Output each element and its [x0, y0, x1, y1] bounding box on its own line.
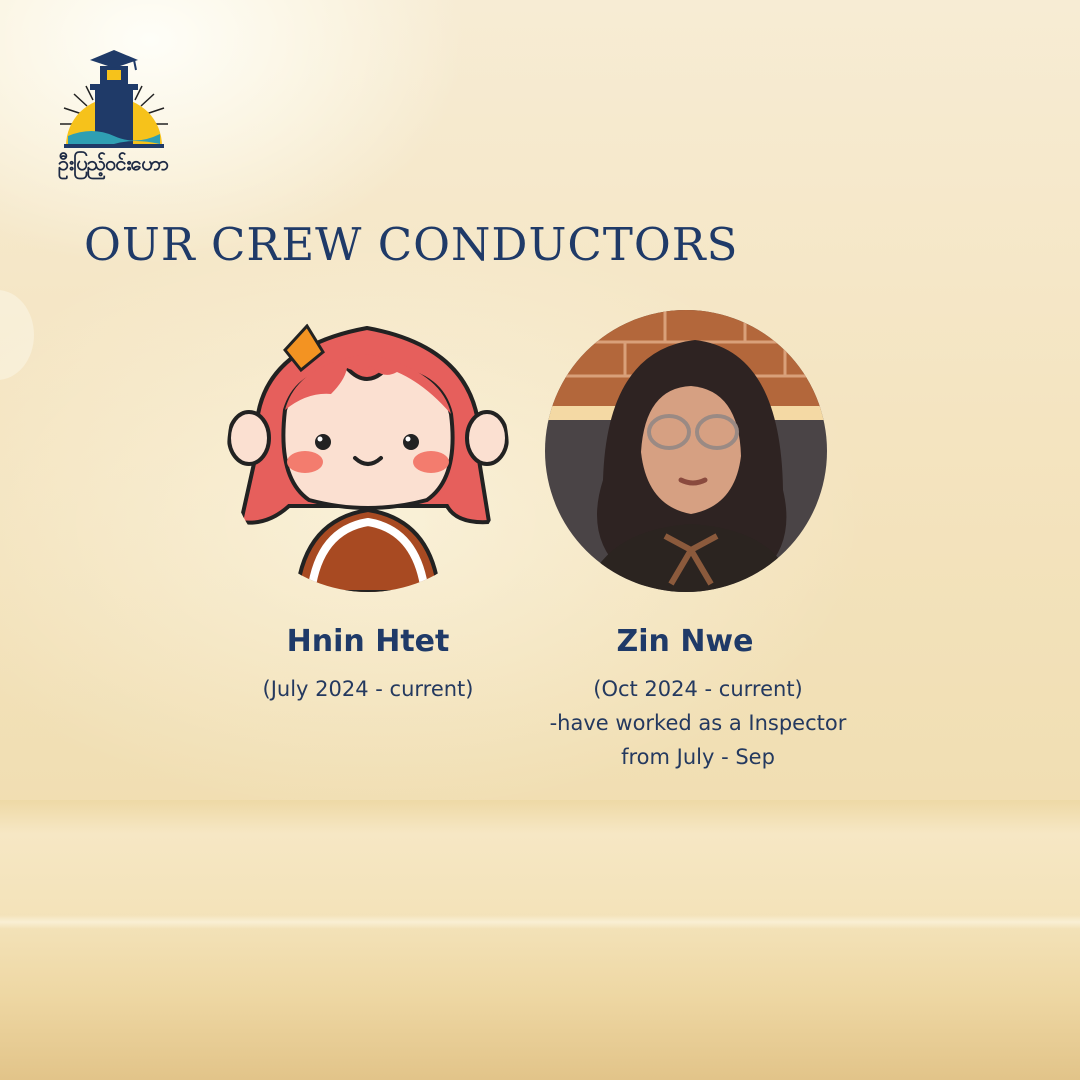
crew-tenure: (Oct 2024 - current)	[593, 677, 803, 701]
crew-avatar-photo	[545, 310, 827, 592]
crew-note: from July - Sep	[621, 745, 775, 769]
light-glow	[0, 290, 34, 380]
floor-backdrop	[0, 800, 1080, 1080]
page-title: OUR CREW CONDUCTORS	[84, 218, 739, 271]
crew-name: Zin Nwe	[616, 624, 754, 659]
crew-details: (Oct 2024 - current) -have worked as a I…	[518, 672, 878, 774]
crew-tenure: (July 2024 - current)	[262, 677, 474, 701]
floor-highlight	[0, 915, 1080, 929]
slide-canvas: ဦးပြည့်ဝင်းဟော OUR CREW CONDUCTORS Hnin …	[0, 0, 1080, 1080]
crew-name: Hnin Htet	[286, 624, 450, 659]
logo-text: ဦးပြည့်ဝင်းဟော	[57, 151, 169, 175]
crew-note: -have worked as a Inspector	[549, 711, 847, 735]
brand-logo: ဦးပြည့်ဝင်းဟော	[54, 46, 174, 182]
crew-details: (July 2024 - current)	[218, 672, 518, 706]
crew-avatar-illustration	[227, 310, 509, 592]
lighthouse-icon	[60, 50, 168, 148]
